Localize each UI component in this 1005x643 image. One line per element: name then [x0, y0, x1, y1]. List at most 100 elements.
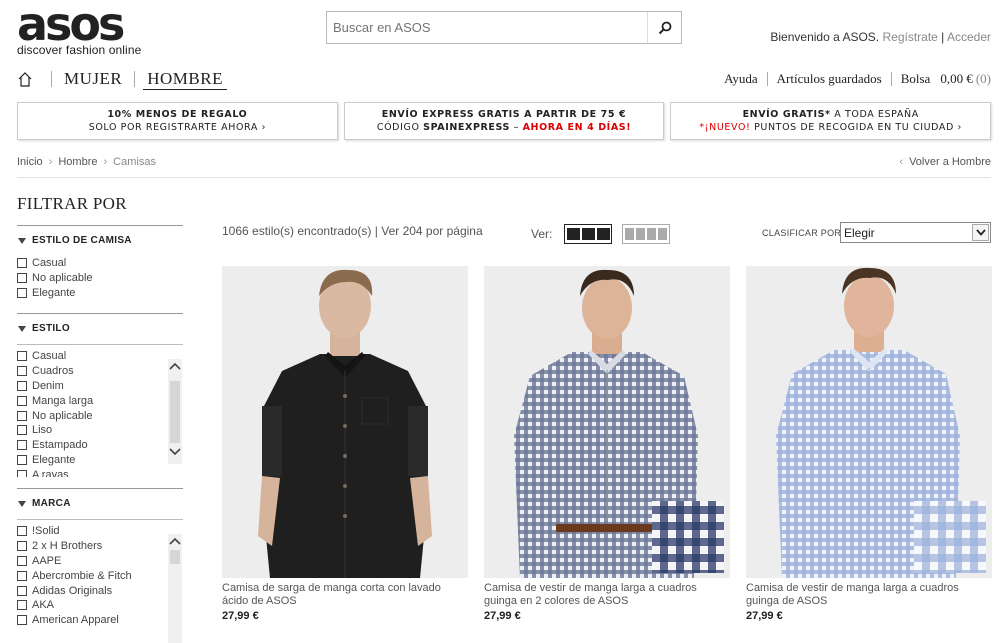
scroll-down-icon[interactable]	[169, 446, 181, 458]
nav-divider	[134, 71, 136, 87]
product-image[interactable]	[746, 266, 992, 578]
promo-free-shipping[interactable]: ENVÍO GRATIS* A TODA ESPAÑA *¡NUEVO! PUN…	[670, 102, 992, 140]
filter-option-label: Elegante	[32, 286, 76, 299]
filter-option-label: Casual	[32, 257, 67, 270]
help-link[interactable]: Ayuda	[724, 71, 757, 87]
sort-select[interactable]: Elegir	[840, 222, 991, 243]
filter-option[interactable]: Manga larga	[17, 393, 183, 408]
scroll-up-icon[interactable]	[169, 360, 181, 372]
filter-option[interactable]: AAPE	[17, 554, 183, 569]
three-column-view-icon[interactable]	[564, 224, 613, 244]
logo-tagline: discover fashion online	[17, 43, 142, 57]
checkbox[interactable]	[17, 600, 27, 611]
bag-link[interactable]: Bolsa	[901, 71, 931, 87]
promo-register-discount[interactable]: 10% MENOS DE REGALO SOLO POR REGISTRARTE…	[17, 102, 338, 140]
search-input[interactable]	[327, 12, 647, 43]
divider	[17, 177, 991, 178]
results-count: 1066 estilo(s) encontrado(s) | Ver 204 p…	[222, 224, 483, 238]
filter-option[interactable]: Elegante	[17, 286, 183, 301]
checkbox[interactable]	[17, 366, 27, 377]
filter-option-list[interactable]: Casual Cuadros Denim Manga larga No apli…	[17, 344, 183, 477]
nav-women[interactable]: MUJER	[60, 69, 126, 89]
filter-option[interactable]: Casual	[17, 256, 183, 271]
search-button[interactable]	[647, 12, 681, 43]
filter-option-label: Manga larga	[32, 394, 94, 407]
filter-option[interactable]: Adidas Originals	[17, 583, 183, 598]
filter-option[interactable]: American Apparel	[17, 613, 183, 628]
checkbox[interactable]	[17, 570, 27, 581]
product-name[interactable]: Camisa de vestir de manga larga a cuadro…	[746, 582, 992, 608]
four-column-view-icon[interactable]	[622, 224, 671, 244]
back-link[interactable]: ‹ Volver a Hombre	[899, 156, 991, 168]
filter-option[interactable]: Abercrombie & Fitch	[17, 568, 183, 583]
filter-option-label: 2 x H Brothers	[32, 540, 103, 553]
filter-option-label: No aplicable	[32, 409, 93, 422]
checkbox[interactable]	[17, 585, 27, 596]
saved-items-link[interactable]: Artículos guardados	[777, 71, 882, 87]
filter-option[interactable]: Estampado	[17, 438, 183, 453]
filter-title: FILTRAR POR	[17, 194, 127, 213]
register-link[interactable]: Regístrate	[882, 30, 937, 44]
scrollbar[interactable]	[168, 534, 182, 643]
product-card[interactable]: Camisa de vestir de manga larga a cuadro…	[484, 266, 730, 622]
breadcrumb-men[interactable]: Hombre	[58, 156, 97, 168]
product-name[interactable]: Camisa de sarga de manga corta con lavad…	[222, 582, 468, 608]
promo-express-shipping[interactable]: ENVÍO EXPRESS GRATIS A PARTIR DE 75 € CÓ…	[343, 102, 665, 140]
bag-total[interactable]: 0,00 €	[940, 71, 973, 87]
login-link[interactable]: Acceder	[947, 30, 991, 44]
checkbox[interactable]	[17, 526, 27, 537]
filter-option[interactable]: !Solid	[17, 524, 183, 539]
scroll-up-icon[interactable]	[169, 535, 181, 547]
triangle-down-icon	[18, 325, 26, 332]
product-image[interactable]	[484, 266, 730, 578]
product-card[interactable]: Camisa de sarga de manga corta con lavad…	[222, 266, 468, 622]
checkbox[interactable]	[17, 454, 27, 465]
checkbox[interactable]	[17, 351, 27, 362]
promo-line: *¡NUEVO! PUNTOS DE RECOGIDA EN TU CIUDAD…	[699, 121, 962, 134]
per-page-link[interactable]: Ver 204 por página	[381, 224, 482, 238]
filter-option[interactable]: No aplicable	[17, 271, 183, 286]
checkbox[interactable]	[17, 395, 27, 406]
filter-option[interactable]: No aplicable	[17, 408, 183, 423]
filter-group-title: MARCA	[32, 498, 71, 509]
filter-option[interactable]: 2 x H Brothers	[17, 539, 183, 554]
scrollbar-thumb[interactable]	[170, 550, 180, 564]
filter-group-header[interactable]: MARCA	[17, 498, 183, 509]
filter-group-header[interactable]: ESTILO DE CAMISA	[17, 235, 183, 246]
product-image[interactable]	[222, 266, 468, 578]
breadcrumb-home[interactable]: Inicio	[17, 156, 43, 168]
filter-option[interactable]: Cuadros	[17, 364, 183, 379]
checkbox[interactable]	[17, 410, 27, 421]
checkbox[interactable]	[17, 469, 27, 477]
filter-option[interactable]: A rayas	[17, 467, 183, 477]
chevron-down-icon[interactable]	[972, 224, 989, 241]
bag-count[interactable]: (0)	[976, 71, 991, 87]
asos-logo[interactable]: asos discover fashion online	[17, 1, 147, 57]
promo-line: CÓDIGO SPAINEXPRESS – AHORA EN 4 DÍAS!	[377, 121, 631, 134]
filter-option-list[interactable]: !Solid 2 x H Brothers AAPE Abercrombie &…	[17, 519, 183, 643]
promo-line: ENVÍO GRATIS* A TODA ESPAÑA	[743, 108, 919, 121]
home-icon[interactable]	[17, 67, 43, 91]
product-name[interactable]: Camisa de vestir de manga larga a cuadro…	[484, 582, 730, 608]
filter-option[interactable]: AKA	[17, 598, 183, 613]
filter-option[interactable]: Elegante	[17, 453, 183, 468]
filter-option-label: Estampado	[32, 439, 88, 452]
checkbox[interactable]	[17, 273, 27, 284]
checkbox[interactable]	[17, 425, 27, 436]
product-grid: Camisa de sarga de manga corta con lavad…	[222, 266, 992, 622]
filter-option[interactable]: Casual	[17, 349, 183, 364]
product-card[interactable]: Camisa de vestir de manga larga a cuadro…	[746, 266, 992, 622]
filter-group-header[interactable]: ESTILO	[17, 323, 183, 334]
checkbox[interactable]	[17, 541, 27, 552]
checkbox[interactable]	[17, 440, 27, 451]
checkbox[interactable]	[17, 555, 27, 566]
filter-option[interactable]: Liso	[17, 423, 183, 438]
scrollbar-thumb[interactable]	[170, 381, 180, 443]
checkbox[interactable]	[17, 258, 27, 269]
nav-men[interactable]: HOMBRE	[143, 69, 227, 90]
checkbox[interactable]	[17, 287, 27, 298]
scrollbar[interactable]	[168, 359, 182, 464]
checkbox[interactable]	[17, 615, 27, 626]
filter-option[interactable]: Denim	[17, 379, 183, 394]
checkbox[interactable]	[17, 380, 27, 391]
